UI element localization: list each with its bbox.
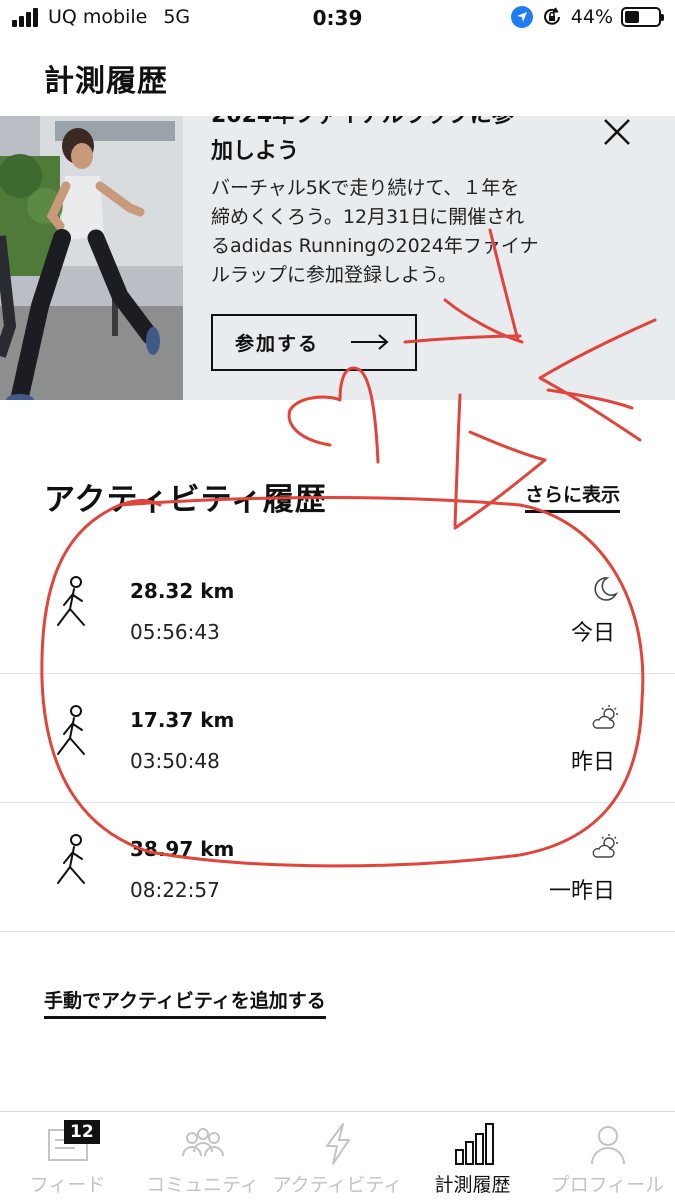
partly-cloudy-icon — [592, 705, 618, 729]
activity-history-title: アクティビティ履歴 — [44, 482, 327, 518]
tab-label: 計測履歴 — [434, 1174, 511, 1196]
status-bar: UQ mobile 5G 0:39 44% — [0, 0, 675, 40]
activity-duration: 05:56:43 — [130, 620, 220, 644]
walking-icon — [57, 576, 85, 626]
walking-icon — [57, 705, 85, 755]
profile-icon — [590, 1126, 625, 1165]
promo-body-line: るadidas Runningの2024年ファイナ — [211, 235, 539, 257]
promo-heading: 2024年ファイナルラップに参 加しよう — [211, 116, 581, 170]
join-button[interactable]: 参加する — [211, 314, 417, 371]
promo-heading-line: 2024年ファイナルラップに参 — [211, 116, 581, 134]
status-right: 44% — [510, 6, 664, 28]
promo-body-line: バーチャル5Kで走り続けて、１年を — [211, 177, 520, 199]
tab-community[interactable]: コミュニティ — [135, 1112, 270, 1200]
activity-row[interactable]: 28.32 km 05:56:43 今日 — [0, 545, 675, 674]
activity-distance: 17.37 km — [130, 708, 235, 732]
promo-text: 2024年ファイナルラップに参 加しよう バーチャル5Kで走り続けて、１年を 締… — [211, 116, 581, 290]
activity-day: 一昨日 — [548, 879, 615, 904]
tab-history[interactable]: 計測履歴 — [405, 1112, 540, 1200]
promo-body: バーチャル5Kで走り続けて、１年を 締めくくろう。12月31日に開催され るad… — [211, 174, 581, 290]
battery-icon — [621, 7, 664, 27]
page-title: 計測履歴 — [44, 64, 168, 99]
activity-day: 今日 — [570, 621, 615, 646]
tab-label: プロフィール — [550, 1174, 665, 1196]
activity-duration: 08:22:57 — [130, 878, 220, 902]
promo-banner[interactable]: 2024年ファイナルラップに参 加しよう バーチャル5Kで走り続けて、１年を 締… — [0, 116, 675, 400]
community-icon — [181, 1128, 224, 1157]
bar-chart-icon — [454, 1123, 494, 1165]
feed-badge: 12 — [64, 1120, 100, 1144]
close-icon[interactable] — [601, 116, 633, 148]
activity-row[interactable]: 38.97 km 08:22:57 一昨日 — [0, 803, 675, 932]
promo-body-line: ルラップに参加登録しよう。 — [211, 264, 457, 286]
see-more-link[interactable]: さらに表示 — [525, 480, 621, 513]
location-icon — [510, 6, 533, 28]
battery-percent: 44% — [570, 6, 613, 28]
tab-label: フィード — [29, 1174, 106, 1196]
promo-heading-line: 加しよう — [211, 139, 300, 164]
activity-row[interactable]: 17.37 km 03:50:48 昨日 — [0, 674, 675, 803]
tab-label: コミュニティ — [146, 1174, 259, 1196]
tab-label: アクティビティ — [272, 1174, 403, 1196]
tab-activity[interactable]: アクティビティ — [270, 1112, 405, 1200]
join-button-label: 参加する — [235, 333, 320, 355]
lightning-icon — [325, 1123, 350, 1165]
promo-image-runner — [0, 116, 183, 400]
activity-day: 昨日 — [570, 750, 615, 775]
tab-profile[interactable]: プロフィール — [540, 1112, 675, 1200]
add-manual-activity-link[interactable]: 手動でアクティビティを追加する — [44, 986, 326, 1019]
arrow-right-icon — [351, 334, 389, 350]
tab-bar: 12 フィード コミュニティ アクティビティ 計測履歴 プロフィール — [0, 1111, 675, 1200]
promo-body-line: 締めくくろう。12月31日に開催され — [211, 206, 525, 228]
tab-feed[interactable]: 12 フィード — [0, 1112, 135, 1200]
activity-distance: 28.32 km — [130, 579, 235, 603]
rotation-lock-icon — [543, 7, 560, 25]
partly-cloudy-icon — [592, 834, 618, 858]
moon-icon — [594, 577, 618, 601]
activity-distance: 38.97 km — [130, 837, 235, 861]
walking-icon — [57, 834, 85, 884]
activity-duration: 03:50:48 — [130, 749, 220, 773]
